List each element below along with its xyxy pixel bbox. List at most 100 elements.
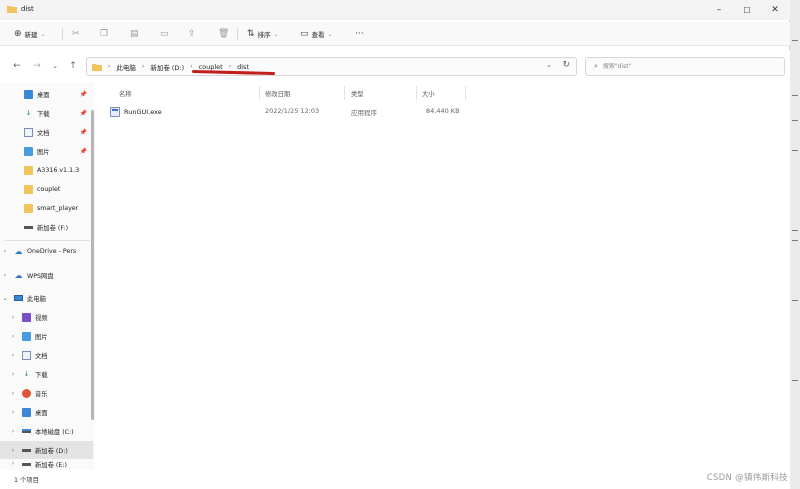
back-button[interactable]: ← xyxy=(10,59,24,73)
command-bar: ⊕ 新建 ⌄ ✂ ❐ ▤ ▭ ⇪ 🗑 ⇅ 排序 ⌄ ▭ 查看 ⌄ ··· xyxy=(0,22,790,46)
cloud-icon: ☁ xyxy=(14,246,23,256)
folder-icon xyxy=(7,6,17,13)
download-icon: ↓ xyxy=(23,370,30,378)
sidebar-item-downloads-pc[interactable]: › ↓ 下载 xyxy=(0,365,93,383)
item-count: 1 个项目 xyxy=(14,477,39,484)
cut-button[interactable]: ✂ xyxy=(72,26,80,42)
chevron-right-icon[interactable]: › xyxy=(8,333,18,340)
sidebar-item-pictures-pc[interactable]: › 图片 xyxy=(0,327,93,345)
chevron-right-icon[interactable]: › xyxy=(8,409,18,416)
scissors-icon: ✂ xyxy=(72,29,80,39)
address-history-chevron-icon[interactable]: ⌄ xyxy=(546,61,552,69)
sidebar-item-documents-pc[interactable]: › 文档 xyxy=(0,346,93,364)
minimize-button[interactable]: – xyxy=(705,0,733,20)
maximize-button[interactable]: ☐ xyxy=(733,0,761,20)
address-bar[interactable]: › 此电脑 › 新加卷 (D:) › couplet › dist ⌄ ↻ xyxy=(86,57,577,76)
sidebar-item-couplet[interactable]: couplet xyxy=(0,180,93,198)
breadcrumb-drive-d[interactable]: 新加卷 (D:) xyxy=(150,62,184,72)
rename-button[interactable]: ▭ xyxy=(160,26,169,42)
copy-button[interactable]: ❐ xyxy=(100,26,108,42)
sidebar-scrollbar[interactable] xyxy=(91,110,94,420)
folder-icon xyxy=(24,165,33,175)
cloud-icon: ☁ xyxy=(14,270,23,280)
file-size-cell: 84,440 KB xyxy=(426,107,460,115)
sidebar-item-documents[interactable]: 文档 📌 xyxy=(0,123,93,141)
chevron-right-icon[interactable]: › xyxy=(8,390,18,397)
sidebar-item-this-pc[interactable]: ⌄ 此电脑 xyxy=(0,289,93,307)
column-header-type[interactable]: 类型 xyxy=(351,86,364,100)
sidebar-item-drive-e[interactable]: › 新加卷 (E:) xyxy=(0,460,93,470)
video-icon xyxy=(22,312,31,322)
chevron-right-icon[interactable]: › xyxy=(8,428,18,435)
share-button[interactable]: ⇪ xyxy=(188,26,196,42)
sidebar-item-a3316[interactable]: A3316 v1.1.3 xyxy=(0,161,93,179)
sort-button[interactable]: ⇅ 排序 ⌄ xyxy=(247,26,279,42)
download-icon: ↓ xyxy=(25,109,32,117)
document-icon xyxy=(24,127,33,137)
column-header-name[interactable]: 名称 xyxy=(119,86,132,100)
file-name-cell: RunGUI.exe xyxy=(110,107,162,117)
delete-button[interactable]: 🗑 xyxy=(218,26,229,42)
file-row[interactable]: RunGUI.exe 2022/1/25 12:03 应用程序 84,440 K… xyxy=(108,105,468,119)
column-divider[interactable] xyxy=(465,86,466,100)
pin-icon: 📌 xyxy=(79,128,87,136)
sidebar-item-downloads[interactable]: ↓ 下载 📌 xyxy=(0,104,93,122)
breadcrumb-this-pc[interactable]: 此电脑 xyxy=(116,62,136,72)
sidebar-item-videos[interactable]: › 视频 xyxy=(0,308,93,326)
search-box[interactable]: ⌕ xyxy=(585,57,785,76)
chevron-right-icon[interactable]: › xyxy=(8,314,18,321)
sidebar-item-drive-d[interactable]: › 新加卷 (D:) xyxy=(0,441,93,459)
title-bar: dist – ☐ ✕ xyxy=(0,0,790,20)
recent-locations-button[interactable]: ⌄ xyxy=(48,59,62,73)
column-divider[interactable] xyxy=(344,86,345,100)
sidebar-item-label: 桌面 xyxy=(35,409,48,417)
sidebar-item-onedrive[interactable]: › ☁ OneDrive - Pers xyxy=(0,242,93,260)
chevron-right-icon[interactable]: › xyxy=(0,272,10,279)
column-header-modified[interactable]: 修改日期 xyxy=(265,86,290,100)
refresh-icon[interactable]: ↻ xyxy=(562,60,570,70)
ellipsis-icon: ··· xyxy=(355,29,364,39)
column-divider[interactable] xyxy=(416,86,417,100)
breadcrumb-dist[interactable]: dist xyxy=(237,63,249,71)
background-window-edge xyxy=(790,0,800,489)
sidebar-item-label: smart_player xyxy=(37,204,79,212)
chevron-right-icon[interactable]: › xyxy=(0,248,10,255)
pin-icon: 📌 xyxy=(79,90,87,98)
sidebar-item-label: 视频 xyxy=(35,314,48,322)
sidebar-item-label: 图片 xyxy=(35,333,48,341)
sidebar-item-desktop-pc[interactable]: › 桌面 xyxy=(0,403,93,421)
sidebar-item-label: 图片 xyxy=(37,148,50,156)
view-button[interactable]: ▭ 查看 ⌄ xyxy=(300,26,333,42)
folder-icon xyxy=(24,203,33,213)
pin-icon: 📌 xyxy=(79,109,87,117)
music-icon xyxy=(22,388,31,398)
chevron-right-icon[interactable]: › xyxy=(8,460,18,467)
sidebar-item-smart-player[interactable]: smart_player xyxy=(0,199,93,217)
chevron-down-icon[interactable]: ⌄ xyxy=(0,295,10,302)
sidebar-item-wps[interactable]: › ☁ WPS网盘 xyxy=(0,266,93,284)
sidebar-item-drive-c[interactable]: › 本地磁盘 (C:) xyxy=(0,422,93,440)
column-divider[interactable] xyxy=(259,86,260,100)
file-list: 名称 修改日期 类型 大小 RunGUI.exe 2022/1/25 12:03… xyxy=(99,82,790,470)
sidebar-item-music[interactable]: › 音乐 xyxy=(0,384,93,402)
chevron-right-icon[interactable]: › xyxy=(8,371,18,378)
sidebar-item-drive-f[interactable]: 新加卷 (F:) xyxy=(0,218,93,236)
windows-drive-icon xyxy=(22,427,31,436)
paste-button[interactable]: ▤ xyxy=(130,26,139,42)
drive-icon xyxy=(22,446,31,455)
new-button[interactable]: ⊕ 新建 ⌄ xyxy=(14,26,46,42)
drive-icon xyxy=(24,223,33,232)
sidebar-divider xyxy=(4,240,90,241)
chevron-right-icon[interactable]: › xyxy=(8,352,18,359)
sidebar-item-pictures[interactable]: 图片 📌 xyxy=(0,142,93,160)
drive-icon xyxy=(22,460,31,469)
arrow-left-icon: ← xyxy=(13,61,21,71)
column-header-size[interactable]: 大小 xyxy=(422,86,435,100)
up-button[interactable]: ↑ xyxy=(66,59,80,73)
more-options-button[interactable]: ··· xyxy=(355,26,364,42)
chevron-right-icon[interactable]: › xyxy=(8,447,18,454)
search-input[interactable] xyxy=(602,63,753,70)
forward-button[interactable]: → xyxy=(30,59,44,73)
sidebar-item-desktop[interactable]: 桌面 📌 xyxy=(0,85,93,103)
close-button[interactable]: ✕ xyxy=(761,0,789,20)
